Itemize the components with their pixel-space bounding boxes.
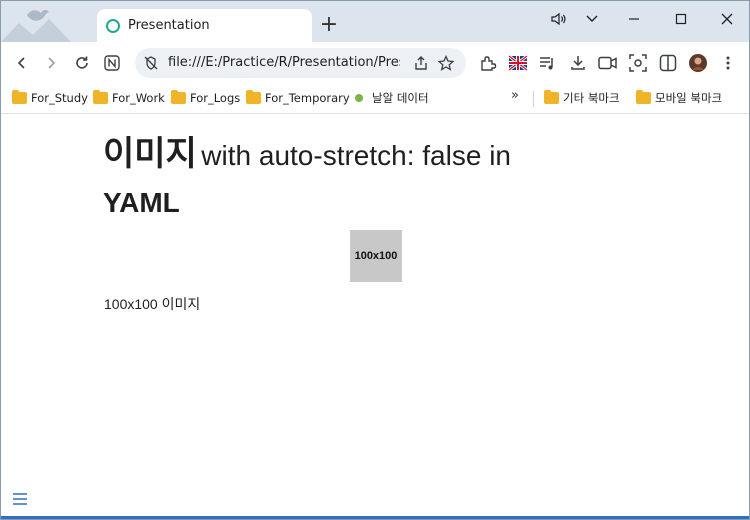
back-icon[interactable] (11, 52, 33, 74)
bookmark-label: 날알 데이터 (372, 91, 429, 105)
tab-presentation[interactable]: Presentation (97, 9, 312, 42)
bookmark-label: For_Work (112, 91, 165, 105)
playlist-icon[interactable] (537, 52, 559, 74)
browser-window: Presentation + file:///E:/Practice/R/Pre… (0, 0, 750, 520)
bookmark-label: For_Logs (190, 91, 241, 105)
bookmark-label: 모바일 북마크 (655, 91, 723, 105)
address-bar[interactable]: file:///E:/Practice/R/Presentation/Prese… (135, 48, 466, 78)
green-dot-icon (355, 94, 363, 102)
bookmark-for-temporary[interactable]: For_Temporary (246, 90, 350, 106)
bookmark-label: 기타 북마크 (563, 91, 620, 105)
reload-icon[interactable] (71, 52, 93, 74)
close-icon[interactable] (714, 9, 740, 29)
minimize-icon[interactable] (621, 9, 647, 29)
forward-icon[interactable] (40, 52, 62, 74)
bookmark-label: For_Study (31, 91, 88, 105)
maximize-icon[interactable] (668, 9, 694, 29)
slide-content: 이미지 with auto-stretch: false in YAML 100… (1, 115, 749, 516)
tab-strip: Presentation + (1, 1, 749, 42)
profile-avatar[interactable] (687, 52, 709, 74)
bookmark-label: For_Temporary (265, 91, 350, 105)
folder-icon (544, 90, 559, 104)
plus-icon[interactable]: + (317, 13, 341, 37)
bookmarks-overflow-button[interactable]: » (511, 88, 519, 103)
bookmark-for-study[interactable]: For_Study (12, 90, 88, 106)
slide-title: 이미지 with auto-stretch: false in YAML (103, 133, 603, 229)
extensions-icon[interactable] (477, 52, 499, 74)
folder-icon (246, 90, 261, 104)
folder-icon (93, 90, 108, 104)
naver-icon[interactable] (101, 52, 123, 74)
slide-title-english: with auto-stretch: false in (201, 140, 511, 171)
folder-icon (636, 90, 651, 104)
toolbar: file:///E:/Practice/R/Presentation/Prese… (1, 42, 749, 82)
video-icon[interactable] (597, 52, 619, 74)
theme-decoration (1, 9, 71, 42)
folder-icon (171, 90, 186, 104)
tab-favicon-icon (106, 18, 120, 33)
bookmark-data[interactable]: 날알 데이터 (355, 90, 429, 106)
bookmark-mobile[interactable]: 모바일 북마크 (636, 90, 722, 106)
split-view-icon[interactable] (657, 52, 679, 74)
share-icon[interactable] (413, 55, 429, 75)
speaker-icon[interactable] (546, 9, 572, 29)
flag-icon[interactable] (507, 52, 529, 74)
url-text[interactable]: file:///E:/Practice/R/Presentation/Prese… (168, 55, 400, 70)
chevron-down-icon[interactable] (579, 9, 605, 29)
slide-title-yaml: YAML (103, 187, 180, 218)
slide-title-korean: 이미지 (103, 135, 197, 173)
not-secure-icon[interactable] (143, 55, 159, 75)
bottom-accent-bar (1, 516, 749, 519)
screenshot-icon[interactable] (627, 52, 649, 74)
placeholder-image: 100x100 (350, 230, 402, 282)
image-caption: 100x100 이미지 (104, 296, 201, 312)
more-menu-icon[interactable] (717, 52, 739, 74)
bookmarks-bar: For_Study For_Work For_Logs For_Temporar… (1, 82, 749, 114)
placeholder-image-label: 100x100 (354, 250, 398, 262)
bookmark-other[interactable]: 기타 북마크 (544, 90, 620, 106)
folder-icon (12, 90, 27, 104)
bookmark-for-work[interactable]: For_Work (93, 90, 165, 106)
hamburger-menu-icon[interactable] (12, 491, 28, 505)
bookmarks-divider (533, 91, 534, 107)
bookmark-for-logs[interactable]: For_Logs (171, 90, 240, 106)
tab-title: Presentation (128, 18, 210, 33)
download-icon[interactable] (567, 52, 589, 74)
bookmark-star-icon[interactable] (437, 54, 455, 75)
